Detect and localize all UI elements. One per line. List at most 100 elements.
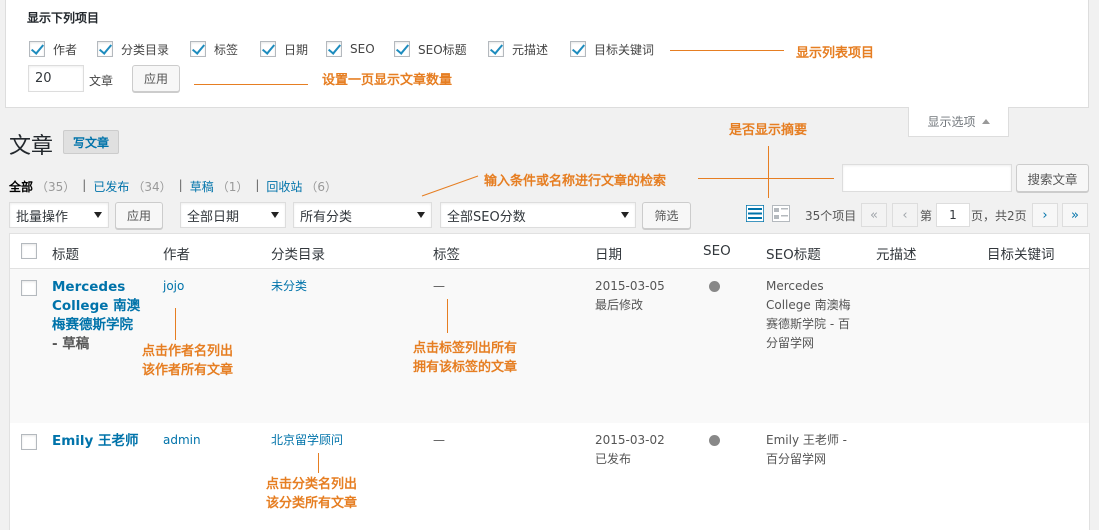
annotation-tags: 点击标签列出所有 拥有该标签的文章 <box>413 341 518 375</box>
annotation-line <box>768 146 769 198</box>
annotation-search: 输入条件或名称进行文章的检索 <box>484 174 667 189</box>
post-title-link[interactable]: Emily 王老师 <box>52 432 139 451</box>
post-tags: — <box>433 279 445 293</box>
column-title-header[interactable]: 标题 <box>52 243 79 263</box>
checkbox-seo[interactable] <box>326 41 342 57</box>
post-category-link[interactable]: 北京留学顾问 <box>271 431 343 450</box>
row-checkbox[interactable] <box>21 434 37 450</box>
seo-filter-select[interactable]: 全部SEO分数 <box>440 202 636 228</box>
list-view-icon[interactable] <box>746 205 764 222</box>
annotation-per-page: 设置一页显示文章数量 <box>322 73 453 88</box>
column-seo-title-header[interactable]: SEO标题 <box>766 243 821 263</box>
filter-draft[interactable]: 草稿 （1） <box>190 178 249 195</box>
seo-score-dot <box>709 281 720 292</box>
annotation-line <box>698 178 834 179</box>
checkbox-author[interactable] <box>29 41 45 57</box>
chevron-down-icon <box>417 212 425 218</box>
post-seo-title: Emily 王老师 - 百分留学网 <box>766 433 848 466</box>
annotation-category: 点击分类名列出 该分类所有文章 <box>266 477 358 511</box>
checkbox-seo-title[interactable] <box>394 41 410 57</box>
seo-score-dot <box>709 435 720 446</box>
current-page-input[interactable]: 1 <box>936 203 970 227</box>
post-author-link[interactable]: admin <box>163 431 201 450</box>
items-count: 35个项目 <box>805 209 857 223</box>
table-row: Mercedes College 南澳 梅赛德斯学院 - 草稿 jojo 未分类… <box>10 269 1089 423</box>
caret-up-icon <box>981 119 990 124</box>
column-tags-header: 标签 <box>433 247 460 263</box>
posts-per-page-input[interactable] <box>28 65 84 92</box>
screen-options-title: 显示下列项目 <box>27 11 100 25</box>
annotation-author: 点击作者名列出 该作者所有文章 <box>142 344 234 378</box>
filter-published[interactable]: 已发布 （34） <box>93 178 171 195</box>
select-all-checkbox[interactable] <box>21 243 37 259</box>
search-input[interactable] <box>842 164 1012 192</box>
column-toggle-tags[interactable]: 标签 <box>190 40 238 58</box>
checkbox-meta-desc[interactable] <box>488 41 504 57</box>
post-category-link[interactable]: 未分类 <box>271 277 307 296</box>
post-title-cell: Emily 王老师 <box>52 432 139 451</box>
column-toggle-meta-desc[interactable]: 元描述 <box>488 40 548 58</box>
checkbox-focus-kw[interactable] <box>570 41 586 57</box>
checkbox-tags[interactable] <box>190 41 206 57</box>
column-toggle-author[interactable]: 作者 <box>29 40 77 58</box>
table-row: Emily 王老师 admin 北京留学顾问 — 2015-03-02 已发布 … <box>10 423 1089 530</box>
category-filter-select[interactable]: 所有分类 <box>293 202 432 228</box>
annotation-columns: 显示列表项目 <box>796 46 875 61</box>
filter-button[interactable]: 筛选 <box>642 202 691 229</box>
filter-trash[interactable]: 回收站 （6） <box>266 178 337 195</box>
annotation-line <box>670 50 784 51</box>
column-categories-header: 分类目录 <box>271 247 325 263</box>
column-toggle-date[interactable]: 日期 <box>260 40 308 58</box>
checkbox-date[interactable] <box>260 41 276 57</box>
post-author-link[interactable]: jojo <box>163 277 184 296</box>
search-posts-button[interactable]: 搜索文章 <box>1016 164 1089 192</box>
screen-options-toggle[interactable]: 显示选项 <box>908 107 1009 137</box>
add-new-post-button[interactable]: 写文章 <box>63 130 119 154</box>
chevron-down-icon <box>621 212 629 218</box>
annotation-excerpt: 是否显示摘要 <box>729 123 808 138</box>
post-seo-title: Mercedes College 南澳梅 赛德斯学院 - 百 分留学网 <box>766 279 851 350</box>
page-title: 文章 <box>9 134 54 159</box>
chevron-down-icon <box>271 212 279 218</box>
excerpt-view-icon[interactable] <box>772 205 790 222</box>
annotation-line <box>318 453 319 473</box>
bulk-action-select[interactable]: 批量操作 <box>9 202 109 228</box>
annotation-line <box>194 84 308 85</box>
posts-table: 标题 作者 分类目录 标签 日期 SEO SEO标题 元描述 目标关键词 Mer… <box>9 233 1090 530</box>
screen-options-apply-button[interactable]: 应用 <box>132 65 180 92</box>
bulk-apply-button[interactable]: 应用 <box>115 202 163 229</box>
column-meta-desc-header[interactable]: 元描述 <box>876 243 917 263</box>
column-focus-kw-header[interactable]: 目标关键词 <box>987 243 1055 263</box>
column-seo-header[interactable]: SEO <box>703 243 731 259</box>
post-title-link[interactable]: Mercedes College 南澳 梅赛德斯学院 <box>52 278 140 335</box>
date-filter-select[interactable]: 全部日期 <box>180 202 286 228</box>
first-page-button[interactable]: « <box>861 203 887 227</box>
prev-page-button[interactable]: ‹ <box>892 203 918 227</box>
row-checkbox[interactable] <box>21 280 37 296</box>
column-date-header[interactable]: 日期 <box>595 243 622 263</box>
post-title-cell: Mercedes College 南澳 梅赛德斯学院 - 草稿 <box>52 278 140 354</box>
page-suffix: 页，共2页 <box>971 209 1027 223</box>
next-page-button[interactable]: › <box>1032 203 1058 227</box>
screen-options-panel: 显示下列项目 作者 分类目录 标签 日期 SEO SEO标题 元描述 目标关键词… <box>5 0 1089 108</box>
column-toggle-focus-kw[interactable]: 目标关键词 <box>570 40 654 58</box>
status-filters: 全部 （35） | 已发布 （34） | 草稿 （1） | 回收站 （6） <box>9 178 338 195</box>
post-date: 2015-03-02 已发布 <box>595 433 665 466</box>
per-page-label: 文章 <box>89 74 114 88</box>
page-prefix: 第 <box>920 209 933 223</box>
chevron-down-icon <box>94 212 102 218</box>
last-page-button[interactable]: » <box>1062 203 1088 227</box>
column-author-header: 作者 <box>163 247 190 263</box>
annotation-line <box>447 299 448 333</box>
column-toggle-seo[interactable]: SEO <box>326 40 375 58</box>
post-state: - 草稿 <box>52 336 90 352</box>
post-tags: — <box>433 433 445 447</box>
column-toggle-seo-title[interactable]: SEO标题 <box>394 40 467 58</box>
table-header: 标题 作者 分类目录 标签 日期 SEO SEO标题 元描述 目标关键词 <box>10 234 1089 269</box>
annotation-line <box>421 175 479 197</box>
annotation-line <box>175 308 176 340</box>
column-toggle-categories[interactable]: 分类目录 <box>97 40 169 58</box>
filter-all[interactable]: 全部 （35） <box>9 178 75 195</box>
post-date: 2015-03-05 最后修改 <box>595 279 665 312</box>
checkbox-categories[interactable] <box>97 41 113 57</box>
